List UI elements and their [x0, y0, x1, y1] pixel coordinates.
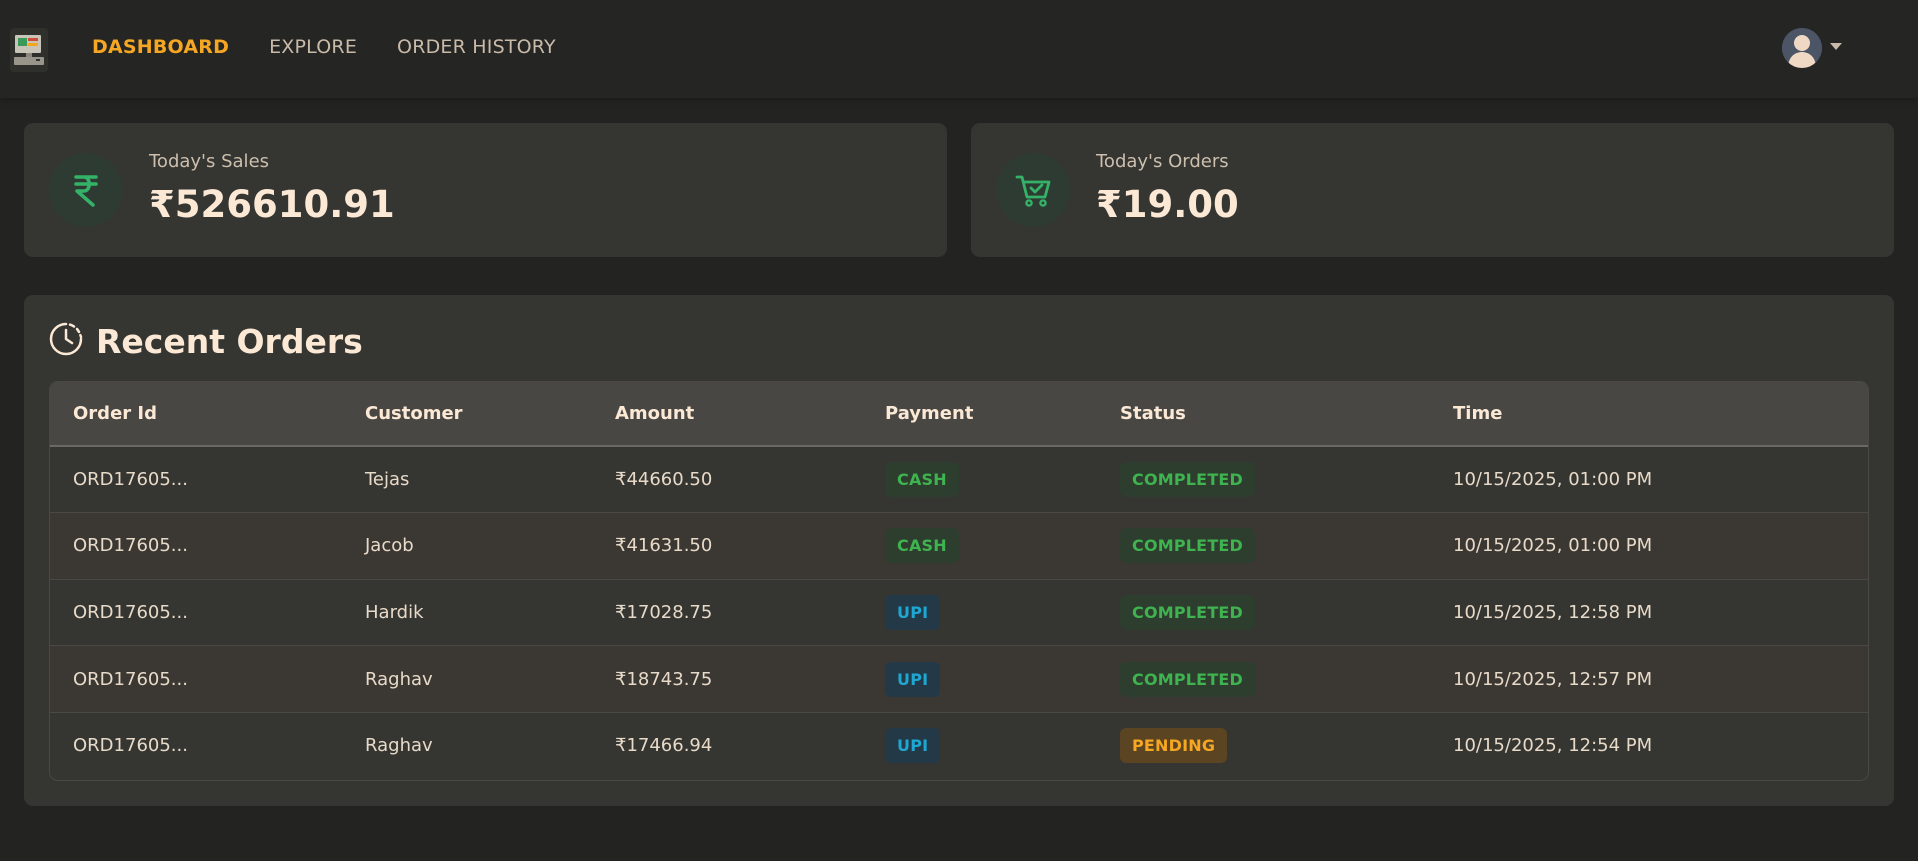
status-badge: COMPLETED: [1120, 528, 1256, 564]
column-header-payment[interactable]: Payment: [862, 382, 1097, 447]
recent-orders-panel: Recent Orders Order Id Customer Amount P…: [24, 295, 1894, 806]
orders-table-wrapper: Order Id Customer Amount Payment Status …: [49, 381, 1869, 781]
rupee-icon: [49, 153, 123, 227]
payment-badge: CASH: [885, 528, 959, 564]
status-badge: COMPLETED: [1120, 462, 1256, 498]
payment-badge: UPI: [885, 661, 941, 697]
amount-cell: ₹44660.50: [592, 446, 862, 514]
status-badge: PENDING: [1120, 728, 1228, 764]
time-cell: 10/15/2025, 01:00 PM: [1430, 446, 1868, 514]
order-id-cell: ORD17605...: [50, 645, 342, 713]
customer-cell: Tejas: [342, 446, 592, 514]
payment-cell: CASH: [862, 512, 1097, 580]
table-row[interactable]: ORD17605... Jacob ₹41631.50 CASH COMPLET…: [50, 512, 1868, 580]
orders-table: Order Id Customer Amount Payment Status …: [50, 382, 1868, 779]
column-header-customer[interactable]: Customer: [342, 382, 592, 447]
orders-value: ₹19.00: [1096, 183, 1239, 226]
amount-cell: ₹18743.75: [592, 645, 862, 713]
nav-link-order-history[interactable]: ORDER HISTORY: [397, 36, 556, 58]
top-navbar: DASHBOARD EXPLORE ORDER HISTORY: [0, 0, 1918, 98]
customer-cell: Jacob: [342, 512, 592, 580]
amount-cell: ₹17028.75: [592, 579, 862, 647]
status-cell: COMPLETED: [1097, 645, 1430, 713]
nav-link-explore[interactable]: EXPLORE: [269, 36, 357, 58]
time-cell: 10/15/2025, 01:00 PM: [1430, 512, 1868, 580]
recent-orders-title: Recent Orders: [96, 321, 363, 361]
table-row[interactable]: ORD17605... Raghav ₹17466.94 UPI PENDING…: [50, 712, 1868, 779]
amount-cell: ₹17466.94: [615, 735, 713, 757]
sales-label: Today's Sales: [149, 151, 270, 172]
table-row[interactable]: ORD17605... Hardik ₹17028.75 UPI COMPLET…: [50, 579, 1868, 647]
status-badge: COMPLETED: [1120, 661, 1256, 697]
nav-link-dashboard[interactable]: DASHBOARD: [92, 36, 229, 58]
payment-cell: UPI: [862, 645, 1097, 713]
table-row[interactable]: ORD17605... Tejas ₹44660.50 CASH COMPLET…: [50, 446, 1868, 514]
time-cell: 10/15/2025, 12:57 PM: [1430, 645, 1868, 713]
customer-cell: Hardik: [342, 579, 592, 647]
payment-cell: UPI: [862, 712, 1097, 779]
nav-links: DASHBOARD EXPLORE ORDER HISTORY: [92, 36, 596, 58]
customer-cell: Raghav: [342, 645, 592, 713]
chevron-down-icon[interactable]: [1830, 42, 1842, 50]
table-header-row: Order Id Customer Amount Payment Status …: [50, 382, 1868, 447]
column-header-amount[interactable]: Amount: [592, 382, 862, 447]
payment-badge: CASH: [885, 462, 959, 498]
pos-terminal-icon[interactable]: [10, 28, 48, 72]
column-header-order-id[interactable]: Order Id: [50, 382, 342, 447]
payment-cell: CASH: [862, 446, 1097, 514]
time-cell: 10/15/2025, 12:54 PM: [1453, 735, 1653, 757]
table-row[interactable]: ORD17605... Raghav ₹18743.75 UPI COMPLET…: [50, 645, 1868, 713]
order-id-cell: ORD17605...: [50, 446, 342, 514]
todays-sales-card: Today's Sales ₹526610.91: [24, 123, 947, 257]
clock-icon: [48, 321, 84, 361]
status-badge: COMPLETED: [1120, 594, 1256, 630]
status-cell: COMPLETED: [1097, 512, 1430, 580]
time-cell: 10/15/2025, 12:58 PM: [1430, 579, 1868, 647]
user-avatar-icon[interactable]: [1782, 28, 1822, 68]
profile-menu[interactable]: [1782, 28, 1842, 68]
todays-orders-card: Today's Orders ₹19.00: [971, 123, 1894, 257]
payment-cell: UPI: [862, 579, 1097, 647]
order-id-cell: ORD17605...: [73, 735, 188, 757]
order-id-cell: ORD17605...: [50, 579, 342, 647]
orders-label: Today's Orders: [1096, 151, 1229, 172]
column-header-time[interactable]: Time: [1430, 382, 1868, 447]
cart-check-icon: [996, 153, 1070, 227]
payment-badge: UPI: [885, 594, 941, 630]
status-cell: COMPLETED: [1097, 579, 1430, 647]
payment-badge: UPI: [885, 728, 941, 764]
recent-orders-header: Recent Orders: [48, 321, 363, 361]
customer-cell: Raghav: [365, 735, 433, 757]
sales-value: ₹526610.91: [149, 183, 395, 226]
status-cell: COMPLETED: [1097, 446, 1430, 514]
status-cell: PENDING: [1097, 712, 1430, 779]
order-id-cell: ORD17605...: [50, 512, 342, 580]
column-header-status[interactable]: Status: [1097, 382, 1430, 447]
amount-cell: ₹41631.50: [592, 512, 862, 580]
